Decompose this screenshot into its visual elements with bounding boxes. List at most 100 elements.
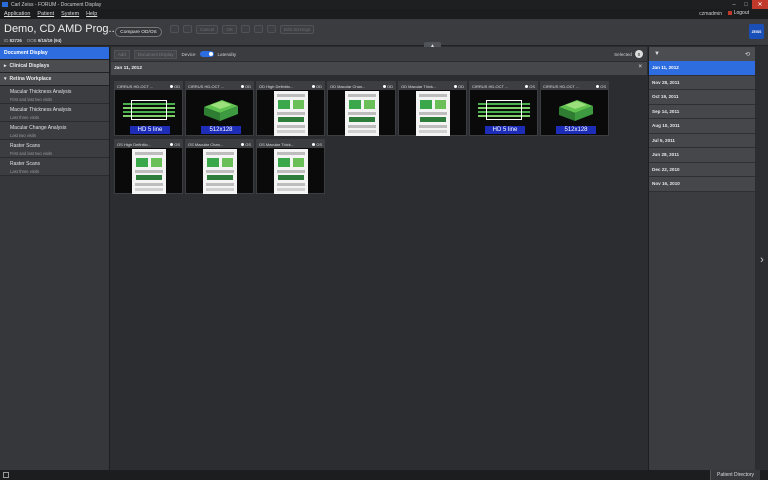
- eye-label: OD: [458, 83, 464, 89]
- close-group-icon[interactable]: ×: [638, 64, 642, 70]
- maximize-icon[interactable]: □: [740, 0, 752, 9]
- document-area: Add Document Display Device Laterality S…: [111, 47, 647, 470]
- app-icon: [2, 2, 8, 7]
- thumbnail-image: [257, 91, 324, 136]
- sidebar-item-mta-last-three[interactable]: Macular Thickness Analysis Last three vi…: [0, 104, 109, 122]
- clinical-displays-label: Clinical Displays: [9, 63, 50, 69]
- eye-dot-icon: [525, 84, 529, 88]
- restore-icon[interactable]: [3, 472, 9, 478]
- device-laterality-toggle[interactable]: [199, 51, 214, 57]
- eye-indicator: OS: [312, 142, 322, 147]
- eye-indicator: OD: [170, 84, 180, 89]
- menu-system[interactable]: System: [61, 11, 79, 17]
- visit-date-item[interactable]: Jul 5, 2011: [649, 133, 755, 148]
- document-thumbnail[interactable]: OS Macular Thick... OS: [256, 139, 325, 194]
- visit-date-item[interactable]: Sep 14, 2011: [649, 104, 755, 119]
- cancel-button[interactable]: Cancel: [196, 24, 219, 34]
- minimize-icon[interactable]: –: [728, 0, 740, 9]
- patient-id: 82726: [9, 38, 22, 43]
- item-subtitle: First and last two visits: [10, 151, 53, 156]
- filter-icon[interactable]: ▼: [654, 51, 660, 57]
- oct-cube-icon: [204, 100, 238, 121]
- eye-indicator: OS: [525, 84, 535, 89]
- thumbnail-caption: CIRRUS HD-OCT ... OD: [186, 82, 253, 90]
- eye-dot-icon: [170, 84, 173, 88]
- visit-date-item[interactable]: Jan 11, 2012: [649, 61, 755, 76]
- sidebar-document-display[interactable]: Document Display: [0, 47, 109, 60]
- eye-label: OD: [387, 83, 393, 89]
- sidebar-item-raster-first-last[interactable]: Raster Scans First and last two visits: [0, 140, 109, 158]
- sidebar-item-raster-last-three[interactable]: Raster Scans Last three visits: [0, 158, 109, 176]
- document-thumbnail[interactable]: OD Macular Thick... OD: [398, 81, 467, 136]
- patient-directory-button[interactable]: Patient Directory: [710, 470, 760, 480]
- item-subtitle: Last three visits: [10, 169, 40, 174]
- thumbnail-image: HD 5 line: [115, 91, 182, 136]
- logout-icon: [727, 11, 732, 15]
- thumbnail-image: [186, 149, 253, 194]
- menu-bar: Application Patient System Help czmadmin…: [0, 9, 768, 19]
- filter-bar: Add Document Display Device Laterality S…: [111, 47, 647, 61]
- eye-dot-icon: [170, 142, 174, 146]
- thumbnail-caption: OS Macular Thick... OS: [257, 140, 324, 148]
- document-thumbnail[interactable]: CIRRUS HD-OCT ... OD HD 5 line: [114, 81, 183, 136]
- sidebar-item-mta-first-last[interactable]: Macular Thickness Analysis First and las…: [0, 86, 109, 104]
- report-page-icon: [415, 91, 450, 136]
- thumbnail-title: OS Macular Chan...: [188, 141, 224, 147]
- thumbnail-image: [257, 149, 324, 194]
- patient-header: Demo, CD AMD Prog... ID 82726 DOB 9/15/1…: [0, 19, 768, 46]
- thumbnail-title: CIRRUS HD-OCT ...: [188, 83, 225, 89]
- document-filter-select[interactable]: Document Display: [133, 49, 178, 59]
- document-thumbnail[interactable]: OD High Definitio... OD: [256, 81, 325, 136]
- close-icon[interactable]: ✕: [752, 0, 768, 9]
- print-icon[interactable]: [170, 25, 179, 33]
- add-button[interactable]: Add: [114, 49, 130, 59]
- visit-date-item[interactable]: Nov 16, 2010: [649, 177, 755, 192]
- item-title: Raster Scans: [10, 143, 41, 149]
- sidebar-item-mca[interactable]: Macular Change Analysis Last two visits: [0, 122, 109, 140]
- sidebar-retina-workplace[interactable]: ▾ Retina Workplace: [0, 73, 109, 86]
- edit-button[interactable]: Edit Sizzings: [279, 24, 315, 34]
- document-thumbnail[interactable]: CIRRUS HD-OCT ... OS 512x128: [540, 81, 609, 136]
- chevron-right-icon[interactable]: ›: [756, 253, 768, 267]
- compare-od-os-button[interactable]: Compare OD/OS: [115, 27, 162, 37]
- menu-help[interactable]: Help: [86, 11, 97, 17]
- menu-patient[interactable]: Patient: [37, 11, 54, 17]
- menu-application[interactable]: Application: [4, 11, 30, 17]
- rotate-icon[interactable]: [266, 25, 276, 33]
- document-thumbnail[interactable]: CIRRUS HD-OCT ... OD 512x128: [185, 81, 254, 136]
- eye-indicator: OS: [596, 84, 606, 89]
- thumbnail-image: [115, 149, 182, 194]
- eye-indicator: OS: [170, 142, 180, 147]
- ok-button[interactable]: OK: [222, 24, 237, 34]
- refresh-icon[interactable]: ⟲: [745, 51, 750, 58]
- thumbnail-image: HD 5 line: [470, 91, 537, 136]
- document-thumbnail[interactable]: OS Macular Chan... OS: [185, 139, 254, 194]
- logout-button[interactable]: Logout: [727, 10, 749, 16]
- document-thumbnail[interactable]: CIRRUS HD-OCT ... OS HD 5 line: [469, 81, 538, 136]
- report-page-icon: [202, 149, 237, 194]
- eye-label: OS: [600, 83, 606, 89]
- visit-date-item[interactable]: Oct 19, 2011: [649, 90, 755, 105]
- eye-label: OD: [174, 83, 180, 89]
- thumbnail-caption: CIRRUS HD-OCT ... OD: [115, 82, 182, 90]
- thumbnail-title: CIRRUS HD-OCT ...: [117, 83, 154, 89]
- export-icon[interactable]: [183, 25, 192, 33]
- thumbnail-title: OD High Definitio...: [259, 83, 294, 89]
- thumbnail-title: OS High Definitio...: [117, 141, 152, 147]
- zoom-icon[interactable]: [240, 25, 250, 33]
- thumbnail-title: CIRRUS HD-OCT ...: [543, 83, 580, 89]
- item-subtitle: Last three visits: [10, 115, 40, 120]
- document-thumbnail[interactable]: OD Macular Chan... OD: [327, 81, 396, 136]
- logout-label: Logout: [733, 10, 749, 16]
- visit-date-item[interactable]: Nov 28, 2011: [649, 75, 755, 90]
- visit-date-item[interactable]: Jun 28, 2011: [649, 148, 755, 163]
- visit-date-item[interactable]: Dec 22, 2010: [649, 162, 755, 177]
- grid-icon[interactable]: [253, 25, 263, 33]
- collapse-icon: ▾: [4, 76, 7, 82]
- report-page-icon: [273, 91, 308, 136]
- document-thumbnail[interactable]: OS High Definitio... OS: [114, 139, 183, 194]
- selected-indicator: Selected 0: [614, 50, 643, 58]
- visit-date-item[interactable]: Aug 10, 2011: [649, 119, 755, 134]
- sidebar-clinical-displays[interactable]: ▸ Clinical Displays: [0, 60, 109, 73]
- eye-label: OS: [174, 141, 180, 147]
